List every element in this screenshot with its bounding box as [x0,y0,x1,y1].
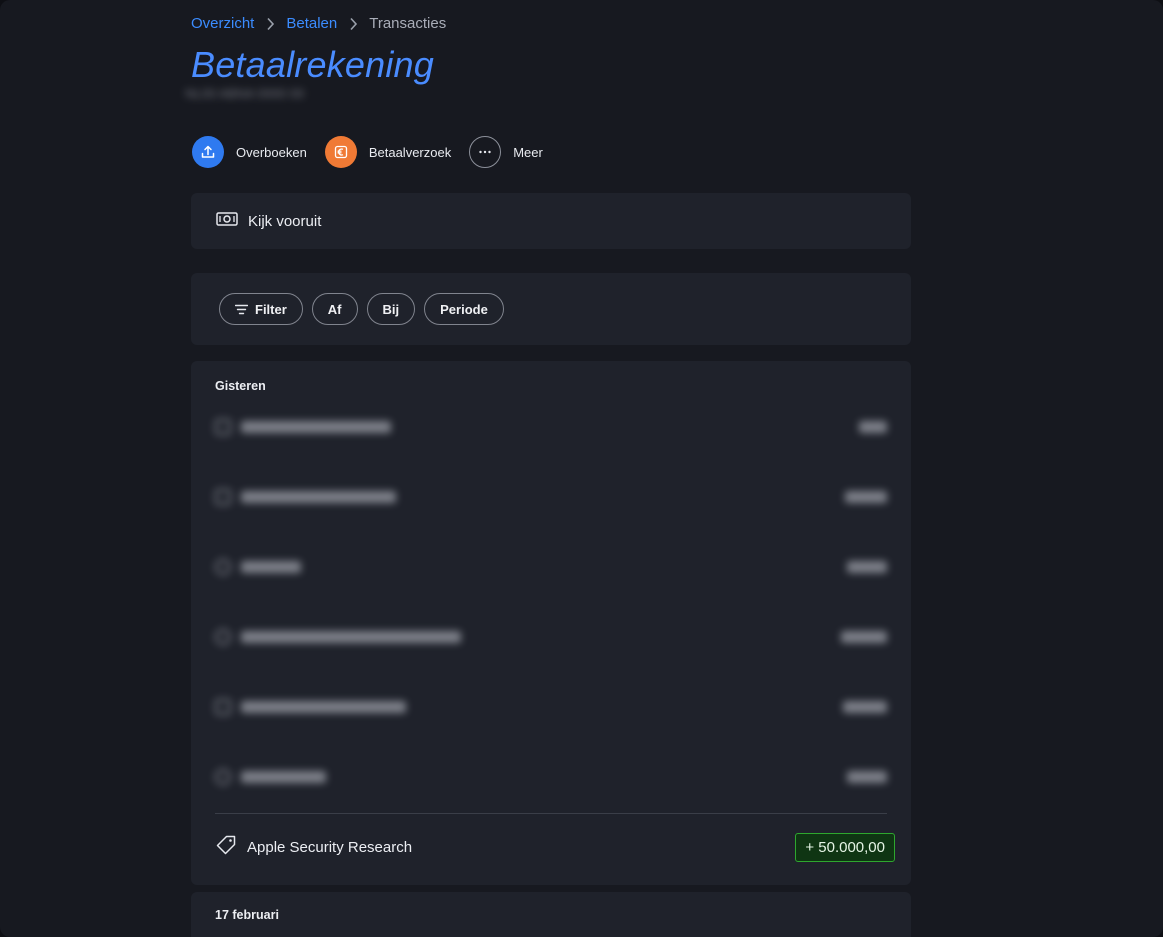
betaalverzoek-label: Betaalverzoek [368,144,452,160]
betaalverzoek-button[interactable]: Betaalverzoek [324,136,452,168]
filter-label: Filter [255,301,287,317]
af-chip[interactable]: Af [311,293,358,325]
redacted-transaction-row [215,553,887,581]
kijk-vooruit-label: Kijk vooruit [248,212,322,230]
redacted-transaction-row [215,623,887,651]
breadcrumb: Overzicht Betalen Transacties [191,15,446,32]
transaction-amount: + 50.000,00 [795,832,895,862]
filter-icon [235,304,248,314]
overboeken-button[interactable]: Overboeken [192,136,307,168]
breadcrumb-betalen[interactable]: Betalen [286,15,337,32]
breadcrumb-transacties: Transacties [369,15,447,32]
breadcrumb-overzicht[interactable]: Overzicht [191,15,254,32]
filter-button[interactable]: Filter [219,293,303,325]
banknote-icon [216,211,238,232]
redacted-transaction-row [215,483,887,511]
bij-chip[interactable]: Bij [366,293,416,325]
overboeken-label: Overboeken [236,144,307,160]
periode-label: Periode [440,301,488,317]
transaction-name: Apple Security Research [247,838,413,856]
upload-icon [192,136,224,168]
chevron-right-icon [337,15,369,32]
page-title: Betaalrekening [191,44,434,85]
tag-icon [215,834,237,861]
section-title-17-februari: 17 februari [215,908,279,922]
section-title-gisteren: Gisteren [215,379,266,393]
periode-chip[interactable]: Periode [424,293,504,325]
more-icon [469,136,502,168]
account-number: NL00 ABNA 0000 00 [185,86,305,101]
divider [215,813,887,814]
euro-icon [324,136,357,168]
app-window: Overzicht Betalen Transacties Betaalreke… [0,0,1163,937]
kijk-vooruit-card[interactable]: Kijk vooruit [191,193,911,249]
meer-label: Meer [513,144,543,160]
transaction-row-apple[interactable]: Apple Security Research + 50.000,00 [215,831,895,863]
chevron-right-icon [254,15,286,32]
meer-button[interactable]: Meer [469,136,543,168]
transactions-card: Gisteren Apple Security Research + 50.00… [191,361,911,885]
filter-bar: Filter Af Bij Periode [191,273,911,345]
redacted-transaction-row [215,413,887,441]
af-label: Af [327,301,342,317]
redacted-transaction-row [215,693,887,721]
transactions-card-next: 17 februari [191,892,911,937]
bij-label: Bij [382,301,400,317]
redacted-transaction-row [215,763,887,791]
action-bar: Overboeken Betaalverzoek Meer [192,136,561,168]
